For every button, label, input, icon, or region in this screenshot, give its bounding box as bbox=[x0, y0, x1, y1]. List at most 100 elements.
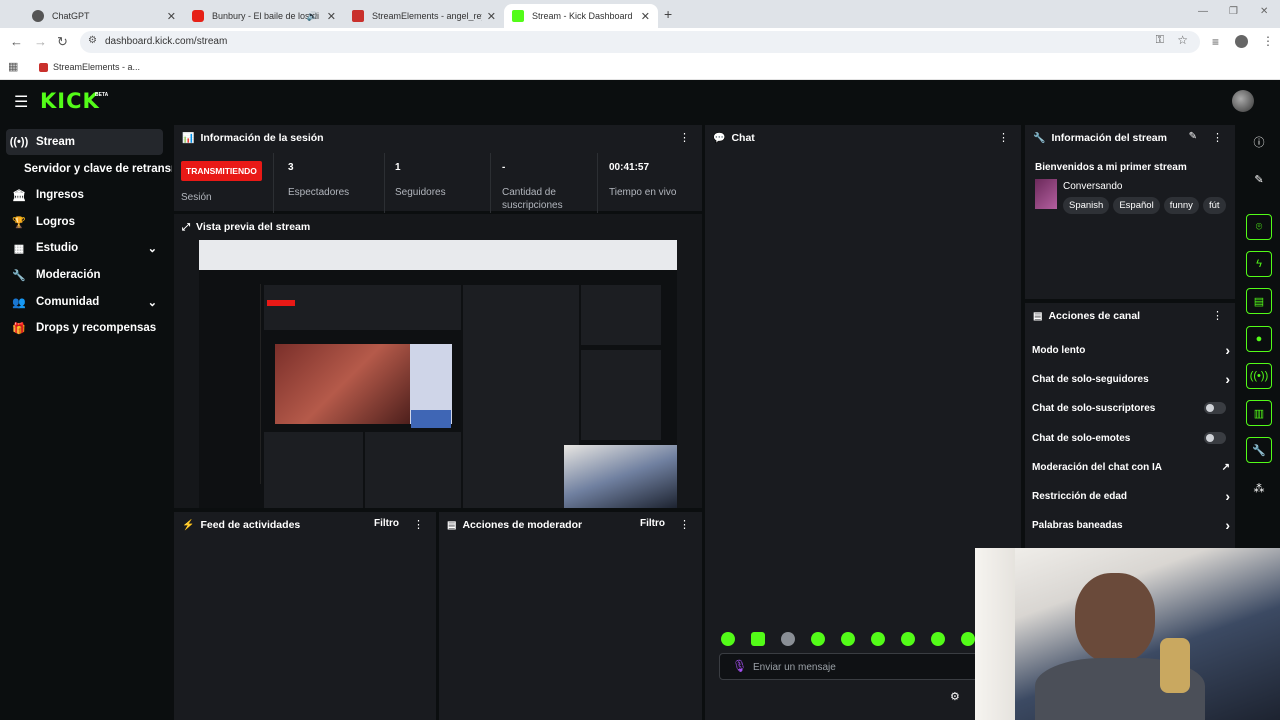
chat-message-input[interactable]: 🎙 Enviar un mensaje bbox=[719, 653, 984, 680]
kebab-menu-icon[interactable]: ⋮ bbox=[998, 131, 1009, 144]
forward-icon[interactable]: → bbox=[34, 34, 47, 49]
webcam-wall bbox=[975, 548, 1015, 720]
emote-icon[interactable] bbox=[841, 632, 855, 646]
emote-icon[interactable] bbox=[721, 632, 735, 646]
channel-action-subscribers-only[interactable]: Chat de solo-suscriptores bbox=[1032, 397, 1230, 419]
close-icon[interactable]: ✕ bbox=[641, 10, 650, 23]
document-icon: ▤ bbox=[447, 519, 457, 531]
kebab-menu-icon[interactable]: ⋮ bbox=[679, 131, 690, 144]
chevron-right-icon[interactable]: › bbox=[1225, 517, 1230, 533]
external-link-icon[interactable]: ↗ bbox=[1222, 462, 1230, 473]
browser-tab-bunbury[interactable]: Bunbury - El baile de los di 🔊 ✕ bbox=[184, 4, 344, 28]
channel-action-banned-words[interactable]: Palabras baneadas › bbox=[1032, 514, 1230, 536]
filter-button[interactable]: Filtro bbox=[374, 518, 399, 529]
emote-icon[interactable] bbox=[901, 632, 915, 646]
network-icon[interactable]: ⁂ bbox=[1246, 475, 1272, 501]
channel-action-followers-only[interactable]: Chat de solo-seguidores › bbox=[1032, 368, 1230, 390]
filter-button[interactable]: Filtro bbox=[640, 518, 665, 529]
emote-icon[interactable] bbox=[781, 632, 795, 646]
bookmark-star-icon[interactable]: ☆ bbox=[1177, 33, 1188, 47]
panel-title: 💬 Chat bbox=[713, 132, 755, 144]
chevron-down-icon[interactable]: ⌄ bbox=[148, 242, 157, 255]
stream-preview-video[interactable] bbox=[199, 240, 677, 508]
new-tab-button[interactable]: + bbox=[664, 6, 672, 22]
back-icon[interactable]: ← bbox=[10, 34, 23, 49]
emote-icon[interactable] bbox=[961, 632, 975, 646]
kebab-menu-icon[interactable]: ⋮ bbox=[1212, 131, 1223, 144]
browser-tab-chatgpt[interactable]: ChatGPT ✕ bbox=[24, 4, 184, 28]
toggle-switch[interactable] bbox=[1204, 432, 1226, 444]
kebab-menu-icon[interactable]: ⋮ bbox=[679, 518, 690, 531]
kebab-menu-icon[interactable]: ⋮ bbox=[1212, 309, 1223, 322]
close-icon[interactable]: ✕ bbox=[487, 10, 496, 23]
channel-action-emotes-only[interactable]: Chat de solo-emotes bbox=[1032, 427, 1230, 449]
browser-tabstrip: ChatGPT ✕ Bunbury - El baile de los di 🔊… bbox=[0, 0, 1280, 28]
emote-icon[interactable] bbox=[811, 632, 825, 646]
live-badge: TRANSMITIENDO bbox=[181, 161, 262, 181]
browser-tab-kick[interactable]: Stream - Kick Dashboard ✕ bbox=[504, 4, 658, 28]
close-icon[interactable]: ✕ bbox=[167, 10, 176, 23]
panel-title: 🔧 Información del stream bbox=[1033, 132, 1167, 144]
viewers-stat: 3 Espectadores bbox=[288, 162, 349, 220]
sidebar-item-comunidad[interactable]: 👥 Comunidad ⌄ bbox=[6, 289, 163, 315]
window-close-button[interactable]: ✕ bbox=[1260, 6, 1268, 17]
menu-icon[interactable]: ⋮ bbox=[1262, 34, 1274, 48]
profile-icon[interactable] bbox=[1235, 35, 1248, 48]
emote-icon[interactable] bbox=[751, 632, 765, 646]
lightning-icon: ⚡ bbox=[182, 519, 195, 531]
chat-settings-gear-icon[interactable]: ⚙ bbox=[950, 690, 960, 703]
kick-logo[interactable]: KICK bbox=[40, 89, 100, 113]
browser-tab-streamelements[interactable]: StreamElements - angel_reyna ✕ bbox=[344, 4, 504, 28]
sidebar-item-logros[interactable]: 🏆 Logros bbox=[6, 209, 163, 235]
lightning-icon[interactable]: ϟ bbox=[1246, 251, 1272, 277]
channel-action-age-restriction[interactable]: Restricción de edad › bbox=[1032, 485, 1230, 507]
chevron-down-icon[interactable]: ⌄ bbox=[148, 296, 157, 309]
reload-icon[interactable]: ↻ bbox=[57, 34, 68, 50]
kebab-menu-icon[interactable]: ⋮ bbox=[413, 518, 424, 531]
chat-icon[interactable]: ● bbox=[1246, 326, 1272, 352]
address-bar[interactable]: ⚙ dashboard.kick.com/stream ⚿ ☆ bbox=[80, 31, 1200, 53]
document-icon[interactable]: ▤ bbox=[1246, 288, 1272, 314]
close-icon[interactable]: ✕ bbox=[327, 10, 336, 23]
sidebar-item-server-key[interactable]: Servidor y clave de retransm bbox=[24, 156, 172, 182]
sidebar-item-moderacion[interactable]: 🔧 Moderación bbox=[6, 262, 163, 288]
edit-pencil-icon[interactable]: ✎ bbox=[1246, 166, 1272, 192]
sidebar-item-drops[interactable]: 🎁 Drops y recompensas bbox=[6, 315, 163, 341]
chevron-right-icon[interactable]: › bbox=[1225, 342, 1230, 358]
chevron-right-icon[interactable]: › bbox=[1225, 371, 1230, 387]
channel-action-ai-moderation[interactable]: Moderación del chat con IA ↗ bbox=[1032, 456, 1230, 478]
stat-label: Seguidores bbox=[395, 187, 446, 198]
hamburger-menu-icon[interactable]: ☰ bbox=[14, 92, 28, 112]
maximize-button[interactable]: ❐ bbox=[1229, 6, 1238, 17]
user-avatar[interactable] bbox=[1232, 90, 1254, 112]
broadcast-icon[interactable]: ((•)) bbox=[1246, 363, 1272, 389]
minimize-button[interactable]: — bbox=[1198, 6, 1208, 17]
apps-grid-icon[interactable]: ▦ bbox=[8, 60, 18, 73]
speaker-icon[interactable]: 🔊 bbox=[307, 11, 318, 22]
site-info-icon[interactable]: ⚙ bbox=[88, 35, 97, 46]
info-icon[interactable]: ⓘ bbox=[1246, 129, 1272, 155]
sidebar: ((•)) Stream Servidor y clave de retrans… bbox=[0, 123, 172, 720]
channel-action-slow-mode[interactable]: Modo lento › bbox=[1032, 339, 1230, 361]
sidebar-item-estudio[interactable]: ▦ Estudio ⌄ bbox=[6, 235, 163, 261]
edit-pencil-icon[interactable]: ✎ bbox=[1189, 131, 1197, 142]
toggle-switch[interactable] bbox=[1204, 402, 1226, 414]
sidebar-item-stream[interactable]: ((•)) Stream bbox=[6, 129, 163, 155]
action-label: Palabras baneadas bbox=[1032, 519, 1123, 531]
key-icon[interactable]: ⚿ bbox=[1156, 34, 1164, 47]
reading-list-icon[interactable]: ≡ bbox=[1212, 35, 1219, 49]
camera-icon[interactable]: ⌾ bbox=[1246, 214, 1272, 240]
sidebar-item-label: Comunidad bbox=[36, 296, 100, 308]
emote-icon[interactable] bbox=[931, 632, 945, 646]
emote-icon[interactable] bbox=[871, 632, 885, 646]
bookmark-streamelements[interactable]: StreamElements - a... bbox=[53, 62, 140, 72]
action-label: Modo lento bbox=[1032, 344, 1086, 356]
server-icon[interactable]: ▥ bbox=[1246, 400, 1272, 426]
chevron-right-icon[interactable]: › bbox=[1225, 488, 1230, 504]
sidebar-item-ingresos[interactable]: 🏛 Ingresos bbox=[6, 182, 163, 208]
sidebar-item-label: Ingresos bbox=[36, 189, 84, 201]
session-info-panel: 📊 Información de la sesión ⋮ TRANSMITIEN… bbox=[174, 125, 702, 213]
microphone-icon[interactable]: 🎙 bbox=[732, 659, 747, 673]
wrench-icon[interactable]: 🔧 bbox=[1246, 437, 1272, 463]
activity-feed-panel: ⚡ Feed de actividades Filtro ⋮ bbox=[174, 512, 436, 720]
